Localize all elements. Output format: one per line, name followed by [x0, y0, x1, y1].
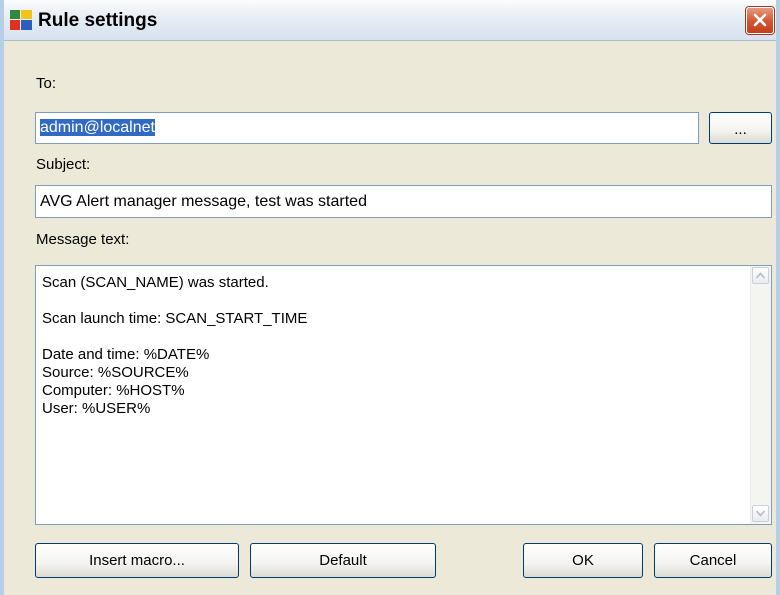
close-button[interactable]: [746, 7, 774, 34]
rule-settings-dialog: Rule settings To: admin@localnet ... Sub…: [0, 0, 780, 595]
ok-button[interactable]: OK: [523, 543, 643, 578]
subject-label: Subject:: [36, 156, 91, 173]
message-text-area[interactable]: Scan (SCAN_NAME) was started. Scan launc…: [35, 265, 772, 525]
window-title: Rule settings: [38, 10, 158, 31]
cancel-button[interactable]: Cancel: [654, 543, 772, 578]
title-bar[interactable]: Rule settings: [4, 0, 776, 41]
to-field[interactable]: admin@localnet: [35, 112, 699, 144]
vertical-scrollbar[interactable]: [750, 266, 771, 524]
to-label: To:: [36, 75, 57, 92]
message-line: Scan (SCAN_NAME) was started.: [42, 274, 269, 291]
message-line: User: %USER%: [42, 400, 151, 417]
message-line: Date and time: %DATE%: [42, 346, 210, 363]
insert-macro-button[interactable]: Insert macro...: [35, 543, 239, 578]
message-line: Source: %SOURCE%: [42, 364, 189, 381]
scroll-down-button[interactable]: [752, 505, 769, 522]
to-value: admin@localnet: [40, 119, 155, 136]
scroll-up-button[interactable]: [752, 267, 769, 284]
message-text-label: Message text:: [36, 231, 130, 248]
avg-logo-icon: [10, 10, 32, 30]
browse-recipients-button[interactable]: ...: [709, 112, 772, 144]
subject-field[interactable]: AVG Alert manager message, test was star…: [35, 185, 772, 218]
message-line: Computer: %HOST%: [42, 382, 185, 399]
default-button[interactable]: Default: [250, 543, 436, 578]
message-line: Scan launch time: SCAN_START_TIME: [42, 310, 308, 327]
